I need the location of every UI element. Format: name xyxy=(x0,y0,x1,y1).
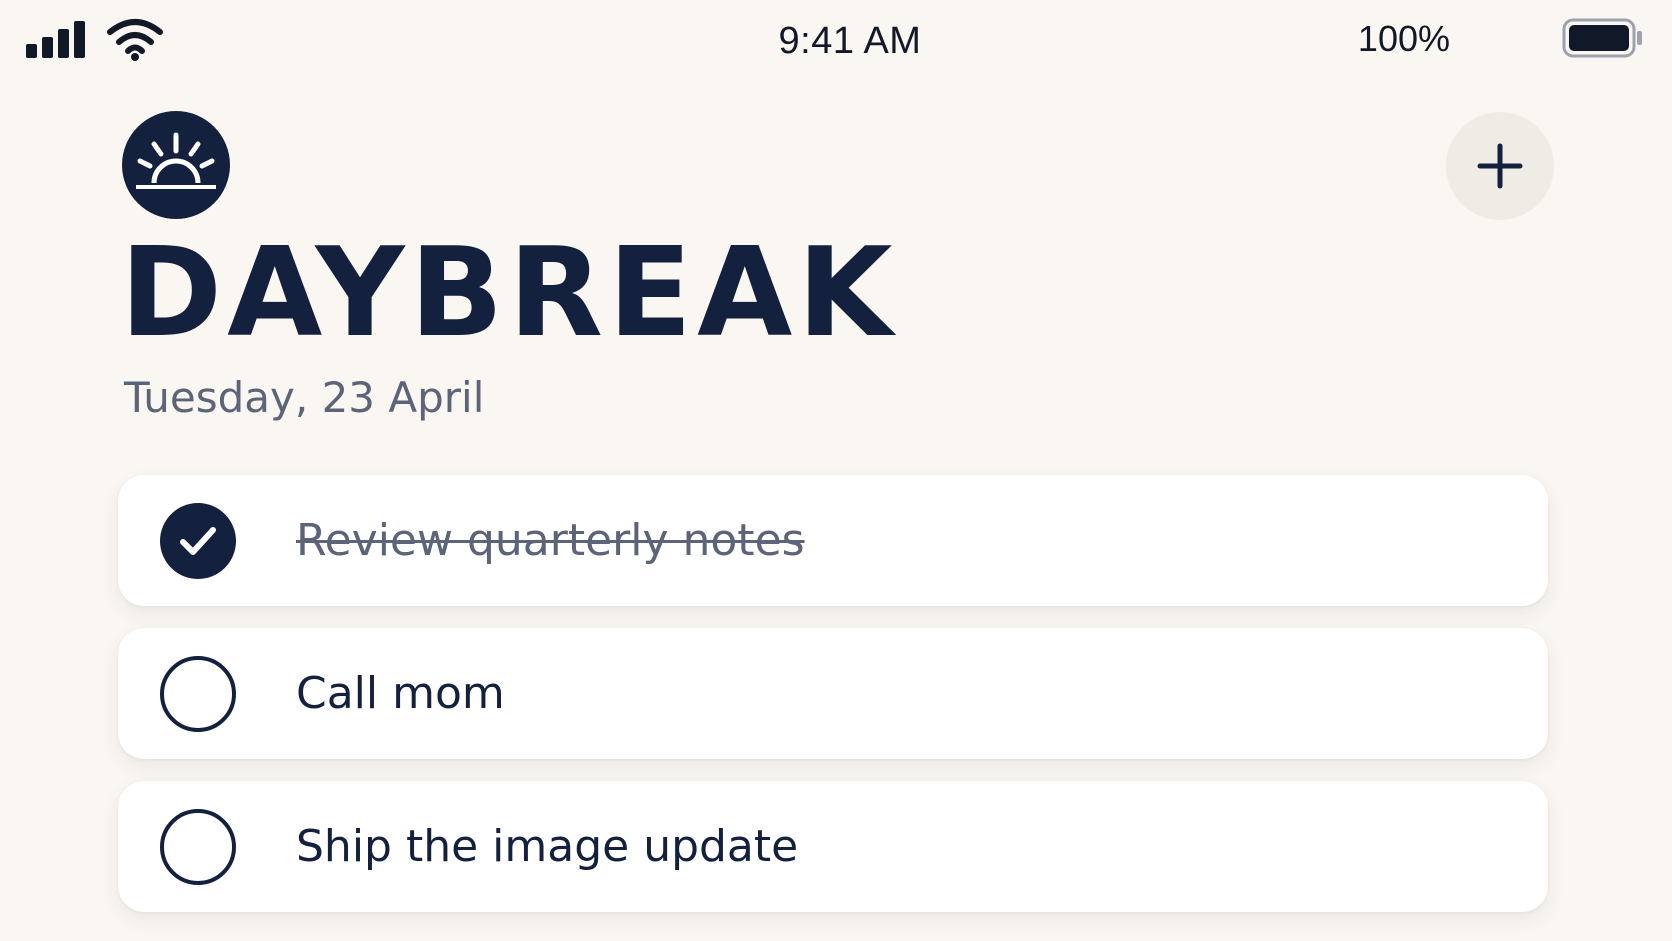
task-checkbox[interactable] xyxy=(160,809,236,885)
battery-percentage: 100% xyxy=(1357,18,1450,59)
task-item[interactable]: Call mom xyxy=(118,628,1548,759)
task-label: Review quarterly notes xyxy=(296,515,805,566)
task-checkbox[interactable] xyxy=(160,503,236,579)
plus-icon xyxy=(1477,143,1523,189)
battery-level-fill xyxy=(1569,25,1629,51)
sunrise-icon xyxy=(122,111,230,219)
current-date: Tuesday, 23 April xyxy=(124,373,485,422)
app-title: DAYBREAK xyxy=(120,222,898,365)
task-list: Review quarterly notes Call mom Ship the… xyxy=(118,475,1548,934)
task-item[interactable]: Review quarterly notes xyxy=(118,475,1548,606)
battery-icon xyxy=(1562,18,1642,58)
task-checkbox[interactable] xyxy=(160,656,236,732)
add-task-button[interactable] xyxy=(1446,112,1554,220)
status-bar: 9:41 AM 100% xyxy=(0,0,1672,90)
checkmark-icon xyxy=(180,527,216,555)
task-label: Call mom xyxy=(296,668,505,719)
task-label: Ship the image update xyxy=(296,821,799,872)
task-item[interactable]: Ship the image update xyxy=(118,781,1548,912)
